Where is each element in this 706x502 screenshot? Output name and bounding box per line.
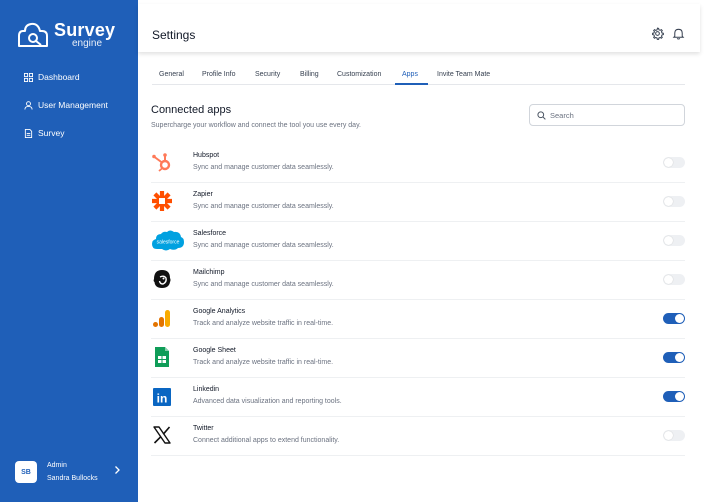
active-tab-indicator [395,83,428,85]
google-analytics-toggle[interactable] [663,313,685,324]
app-row-hubspot: Hubspot Sync and manage customer data se… [151,144,685,183]
logo[interactable]: Survey engine [16,20,115,50]
tab-security[interactable]: Security [255,71,280,78]
toggle-knob [664,158,673,167]
zapier-toggle[interactable] [663,196,685,207]
search-box[interactable] [529,104,685,126]
hubspot-icon [152,153,171,172]
bell-icon[interactable] [672,27,685,40]
app-row-twitter: Twitter Connect additional apps to exten… [151,417,685,456]
grid-icon [24,72,33,82]
salesforce-logo-text: salesforce [157,240,180,246]
app-row-zapier: Zapier Sync and manage customer data sea… [151,183,685,222]
app-row-salesforce: salesforce Salesforce Sync and manage cu… [151,222,685,261]
google-analytics-icon [153,310,170,327]
tab-customization[interactable]: Customization [337,71,381,78]
toggle-knob [664,275,673,284]
logo-subtitle: engine [72,38,103,49]
toggle-knob [664,431,673,440]
document-icon [24,128,33,138]
page-title: Settings [152,28,196,42]
toggle-knob [675,392,684,401]
google-sheet-toggle[interactable] [663,352,685,363]
app-description: Track and analyze website traffic in rea… [193,320,334,327]
zapier-icon [152,191,172,211]
app-row-google-analytics: Google Analytics Track and analyze websi… [151,300,685,339]
app-name: Salesforce [193,230,227,237]
x-twitter-icon [153,426,171,444]
toggle-knob [664,197,673,206]
section-title: Connected apps [151,104,232,116]
sidebar-item-label: User Management [38,100,108,110]
app-name: Hubspot [193,152,220,159]
tab-profile-info[interactable]: Profile Info [202,71,235,78]
search-icon [537,110,546,120]
sidebar: Survey engine Dashboard User Management … [0,0,138,502]
tab-apps[interactable]: Apps [402,71,418,78]
app-description: Sync and manage customer data seamlessly… [193,281,334,288]
app-name: Twitter [193,425,214,432]
linkedin-icon: in [153,388,171,406]
user-role: Admin [47,462,67,469]
chevron-right-icon[interactable] [113,465,121,475]
app-name: Mailchimp [193,269,225,276]
avatar: SB [15,461,37,483]
app-description: Track and analyze website traffic in rea… [193,359,334,366]
app-description: Advanced data visualization and reportin… [193,398,342,405]
tab-billing[interactable]: Billing [300,71,319,78]
user-profile[interactable]: SB Admin Sandra Bullocks [15,458,127,486]
sidebar-item-dashboard[interactable]: Dashboard [24,70,108,84]
tab-invite-team-mate[interactable]: Invite Team Mate [437,71,490,78]
toggle-knob [675,353,684,362]
app-description: Sync and manage customer data seamlessly… [193,164,334,171]
app-name: Zapier [193,191,213,198]
sidebar-nav: Dashboard User Management Survey [24,70,108,154]
tab-general[interactable]: General [159,71,184,78]
linkedin-logo-text: in [157,392,168,406]
salesforce-icon: salesforce [152,230,184,251]
twitter-toggle[interactable] [663,430,685,441]
app-description: Sync and manage customer data seamlessly… [193,242,334,249]
header: Settings [138,4,700,52]
app-name: Linkedin [193,386,220,393]
mailchimp-toggle[interactable] [663,274,685,285]
logo-title: Survey [54,20,116,40]
gear-icon[interactable] [651,27,664,40]
app-row-linkedin: in Linkedin Advanced data visualization … [151,378,685,417]
app-description: Connect additional apps to extend functi… [193,437,340,444]
settings-tabs: General Profile Info Security Billing Cu… [152,66,685,85]
sidebar-item-user-management[interactable]: User Management [24,98,108,112]
survey-engine-logo-icon [18,22,48,47]
app-name: Google Sheet [193,347,236,354]
app-row-mailchimp: Mailchimp Sync and manage customer data … [151,261,685,300]
sidebar-item-label: Survey [38,128,65,138]
sidebar-item-survey[interactable]: Survey [24,126,108,140]
salesforce-toggle[interactable] [663,235,685,246]
app-description: Sync and manage customer data seamlessly… [193,203,334,210]
google-sheets-icon [155,347,169,367]
linkedin-toggle[interactable] [663,391,685,402]
hubspot-toggle[interactable] [663,157,685,168]
sidebar-item-label: Dashboard [38,72,80,82]
app-row-google-sheet: Google Sheet Track and analyze website t… [151,339,685,378]
app-name: Google Analytics [193,308,246,315]
user-icon [24,100,33,110]
mailchimp-icon [153,270,171,288]
section-subtitle: Supercharge your workflow and connect th… [151,122,361,129]
toggle-knob [675,314,684,323]
toggle-knob [664,236,673,245]
search-input[interactable] [550,110,670,120]
user-name: Sandra Bullocks [47,475,98,482]
